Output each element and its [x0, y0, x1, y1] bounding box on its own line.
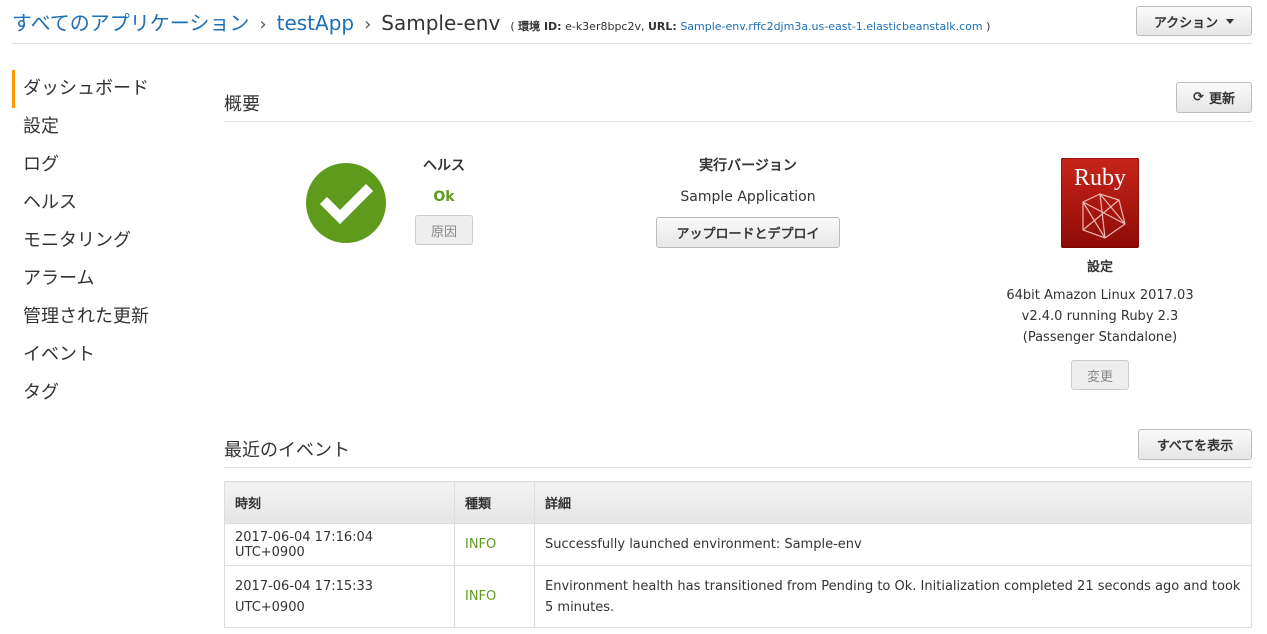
config-panel: Ruby 設定 64bit Amazon Linux 2017.03 v2.4.… [990, 158, 1210, 390]
overview-title: 概要 [224, 94, 260, 115]
sidebar-item-managed-updates[interactable]: 管理された更新 [12, 298, 192, 336]
event-time: 2017-06-04 17:16:04 UTC+0900 [224, 523, 455, 566]
show-all-events-button[interactable]: すべてを表示 [1138, 429, 1252, 460]
caret-down-icon [1226, 18, 1235, 24]
change-platform-button[interactable]: 変更 [1071, 360, 1129, 390]
breadcrumb: すべてのアプリケーション › testApp › Sample-env ( 環境… [12, 7, 990, 36]
table-header-row: 時刻 種類 詳細 [224, 481, 1252, 524]
sidebar-nav: ダッシュボード 設定 ログ ヘルス モニタリング アラーム 管理された更新 イベ… [12, 70, 192, 412]
causes-button[interactable]: 原因 [415, 215, 473, 245]
sidebar-item-health[interactable]: ヘルス [12, 184, 192, 222]
health-status: Ok [433, 189, 455, 205]
events-header: 最近のイベント すべてを表示 [224, 428, 1252, 468]
event-type: INFO [454, 523, 535, 566]
event-type: INFO [454, 565, 535, 628]
check-circle-icon [306, 163, 386, 243]
platform-description: 64bit Amazon Linux 2017.03 v2.4.0 runnin… [1006, 288, 1194, 345]
column-header-detail[interactable]: 詳細 [534, 481, 1252, 524]
health-label: ヘルス [423, 158, 465, 174]
column-header-type[interactable]: 種類 [454, 481, 535, 524]
env-meta: ( 環境 ID: e-k3er8bpc2v, URL: Sample-env.r… [510, 20, 991, 33]
version-panel: 実行バージョン Sample Application アップロードとデプロイ [648, 155, 848, 248]
version-value: Sample Application [680, 189, 816, 205]
config-label: 設定 [1086, 260, 1113, 275]
health-panel: ヘルス Ok 原因 [404, 155, 484, 245]
breadcrumb-app[interactable]: testApp [277, 11, 354, 35]
version-label: 実行バージョン [699, 158, 797, 174]
upload-deploy-button[interactable]: アップロードとデプロイ [656, 217, 840, 248]
sidebar-item-dashboard[interactable]: ダッシュボード [12, 70, 192, 108]
chevron-right-icon: › [364, 14, 372, 35]
event-detail: Successfully launched environment: Sampl… [534, 523, 1252, 566]
sidebar-item-tags[interactable]: タグ [12, 374, 192, 412]
breadcrumb-env: Sample-env [381, 11, 501, 35]
sidebar-item-events[interactable]: イベント [12, 336, 192, 374]
refresh-button[interactable]: ⟳ 更新 [1176, 82, 1252, 113]
sidebar-item-logs[interactable]: ログ [12, 146, 192, 184]
chevron-right-icon: › [259, 14, 267, 35]
env-url-link[interactable]: Sample-env.rffc2djm3a.us-east-1.elasticb… [680, 20, 982, 33]
ruby-logo: Ruby [1061, 158, 1139, 248]
refresh-icon: ⟳ [1193, 90, 1204, 105]
table-row: 2017-06-04 17:15:33 UTC+0900 INFO Enviro… [224, 565, 1252, 628]
event-time: 2017-06-04 17:15:33 UTC+0900 [224, 565, 455, 628]
breadcrumb-all-applications[interactable]: すべてのアプリケーション [12, 7, 249, 36]
event-detail: Environment health has transitioned from… [534, 565, 1252, 628]
events-table: 時刻 種類 詳細 2017-06-04 17:16:04 UTC+0900 IN… [224, 481, 1252, 628]
page-header: すべてのアプリケーション › testApp › Sample-env ( 環境… [12, 0, 1252, 44]
overview-header: 概要 ⟳ 更新 [224, 82, 1252, 122]
table-row: 2017-06-04 17:16:04 UTC+0900 INFO Succes… [224, 523, 1252, 566]
ruby-logo-text: Ruby [1074, 165, 1126, 191]
sidebar-item-alarms[interactable]: アラーム [12, 260, 192, 298]
events-title: 最近のイベント [224, 440, 350, 461]
sidebar-item-monitoring[interactable]: モニタリング [12, 222, 192, 260]
actions-dropdown-button[interactable]: アクション [1136, 6, 1252, 36]
env-id: e-k3er8bpc2v, [565, 20, 645, 33]
column-header-time[interactable]: 時刻 [224, 481, 455, 524]
sidebar-item-configuration[interactable]: 設定 [12, 108, 192, 146]
